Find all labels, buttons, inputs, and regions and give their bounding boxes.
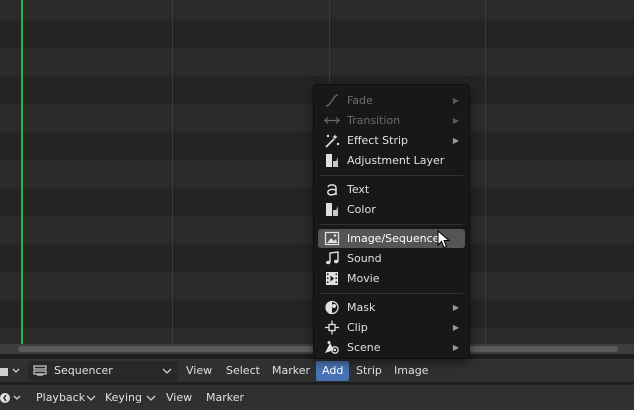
menu-item-text[interactable]: Text xyxy=(318,180,465,199)
menu-item-adjustment-layer[interactable]: Adjustment Layer xyxy=(318,151,465,170)
menu-item-clip[interactable]: Clip ▶ xyxy=(318,318,465,337)
editor-mode-label: Sequencer xyxy=(54,364,113,377)
submenu-arrow-icon: ▶ xyxy=(452,116,459,125)
clip-tracker-icon xyxy=(325,320,339,335)
menu-strip[interactable]: Strip xyxy=(356,359,382,383)
frame-gridline xyxy=(485,0,486,344)
menu-image[interactable]: Image xyxy=(394,359,428,383)
chevron-down-icon xyxy=(162,368,172,374)
menu-marker[interactable]: Marker xyxy=(272,359,310,383)
menu-item-movie[interactable]: Movie xyxy=(318,269,465,288)
mouse-cursor-icon xyxy=(437,230,451,249)
menu-item-label: Adjustment Layer xyxy=(347,154,445,167)
menu-view[interactable]: View xyxy=(186,359,212,383)
footer-playback[interactable]: Playback xyxy=(36,385,85,410)
timeline-editor-icon[interactable] xyxy=(0,391,24,405)
timeline-footer: Playback Keying View Marker xyxy=(0,384,634,410)
effect-sparkle-icon xyxy=(325,134,340,148)
menu-item-label: Clip xyxy=(347,321,368,334)
menu-item-label: Color xyxy=(347,203,376,216)
menu-item-label: Sound xyxy=(347,252,382,265)
footer-marker[interactable]: Marker xyxy=(206,385,244,410)
menu-item-label: Movie xyxy=(347,272,380,285)
editor-mode-select[interactable]: Sequencer xyxy=(28,361,178,381)
menu-item-label: Transition xyxy=(347,114,401,127)
add-menu-popup: Fade ▶ Transition ▶ Effect Strip ▶ Adjus… xyxy=(313,84,470,359)
sequencer-header: Sequencer View Select Marker Add Strip I… xyxy=(0,358,634,382)
menu-item-label: Scene xyxy=(347,341,381,354)
text-icon xyxy=(327,184,337,196)
menu-item-effect-strip[interactable]: Effect Strip ▶ xyxy=(318,131,465,150)
channel-row xyxy=(0,20,634,48)
menu-item-label: Text xyxy=(347,183,370,196)
menu-separator xyxy=(320,293,463,294)
color-icon xyxy=(326,203,338,216)
submenu-arrow-icon: ▶ xyxy=(452,343,459,352)
mask-icon xyxy=(325,300,339,315)
menu-item-scene[interactable]: Scene ▶ xyxy=(318,338,465,357)
editor-type-button[interactable] xyxy=(0,359,26,383)
footer-keying[interactable]: Keying xyxy=(105,385,142,410)
fade-curve-icon xyxy=(325,94,339,107)
sound-note-icon xyxy=(326,251,339,265)
menu-add[interactable]: Add xyxy=(316,361,350,381)
scene-icon xyxy=(325,341,339,354)
submenu-arrow-icon: ▶ xyxy=(452,96,459,105)
frame-gridline xyxy=(172,0,173,344)
transition-arrows-icon xyxy=(324,117,340,124)
footer-view[interactable]: View xyxy=(166,385,192,410)
menu-item-color[interactable]: Color xyxy=(318,200,465,219)
chevron-down-icon xyxy=(86,395,96,401)
menu-item-mask[interactable]: Mask ▶ xyxy=(318,298,465,317)
menu-separator xyxy=(320,175,463,176)
menu-item-label: Mask xyxy=(347,301,376,314)
menu-item-label: Fade xyxy=(347,94,373,107)
menu-item-sound[interactable]: Sound xyxy=(318,249,465,268)
channel-row xyxy=(0,48,634,76)
menu-separator xyxy=(320,224,463,225)
menu-item-label: Effect Strip xyxy=(347,134,409,147)
menu-item-transition[interactable]: Transition ▶ xyxy=(318,111,465,130)
movie-film-icon xyxy=(326,272,338,285)
clapperboard-icon xyxy=(0,368,20,376)
chevron-down-icon xyxy=(146,395,156,401)
adjustment-layer-icon xyxy=(326,154,338,167)
submenu-arrow-icon: ▶ xyxy=(452,303,459,312)
menu-select[interactable]: Select xyxy=(226,359,260,383)
submenu-arrow-icon: ▶ xyxy=(452,136,459,145)
image-icon xyxy=(324,231,340,246)
menu-item-fade[interactable]: Fade ▶ xyxy=(318,91,465,110)
playhead[interactable] xyxy=(21,0,23,344)
menu-item-label: Image/Sequence xyxy=(347,232,440,245)
sequencer-icon xyxy=(33,365,47,376)
submenu-arrow-icon: ▶ xyxy=(452,323,459,332)
